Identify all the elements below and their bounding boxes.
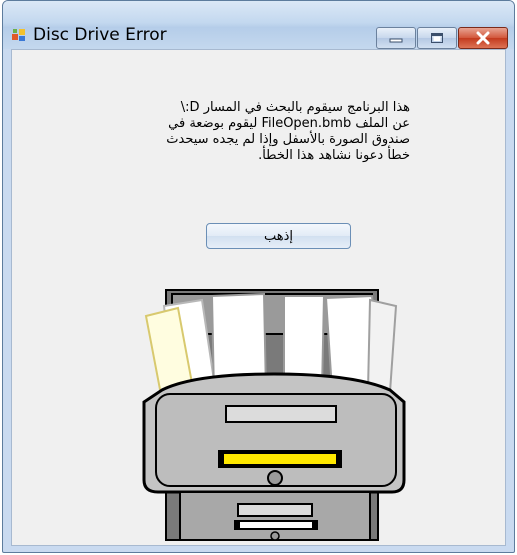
close-icon bbox=[476, 31, 490, 45]
close-button[interactable] bbox=[458, 27, 508, 49]
window-title: Disc Drive Error bbox=[33, 25, 167, 45]
app-window-icon bbox=[12, 29, 25, 41]
file-cabinet-illustration bbox=[142, 289, 406, 541]
client-area: هذا البرنامج سيقوم بالبحث في المسار D:\ … bbox=[11, 49, 506, 546]
maximize-icon bbox=[431, 33, 443, 43]
maximize-button[interactable] bbox=[417, 27, 457, 49]
title-bar[interactable]: Disc Drive Error bbox=[3, 1, 514, 49]
minimize-icon bbox=[389, 38, 403, 43]
message-text: هذا البرنامج سيقوم بالبحث في المسار D:\ … bbox=[166, 100, 410, 163]
app-window: Disc Drive Error هذا البرنامج سيقوم بالب… bbox=[2, 0, 515, 553]
go-button[interactable]: إذهب bbox=[206, 223, 351, 249]
minimize-button[interactable] bbox=[376, 27, 416, 49]
